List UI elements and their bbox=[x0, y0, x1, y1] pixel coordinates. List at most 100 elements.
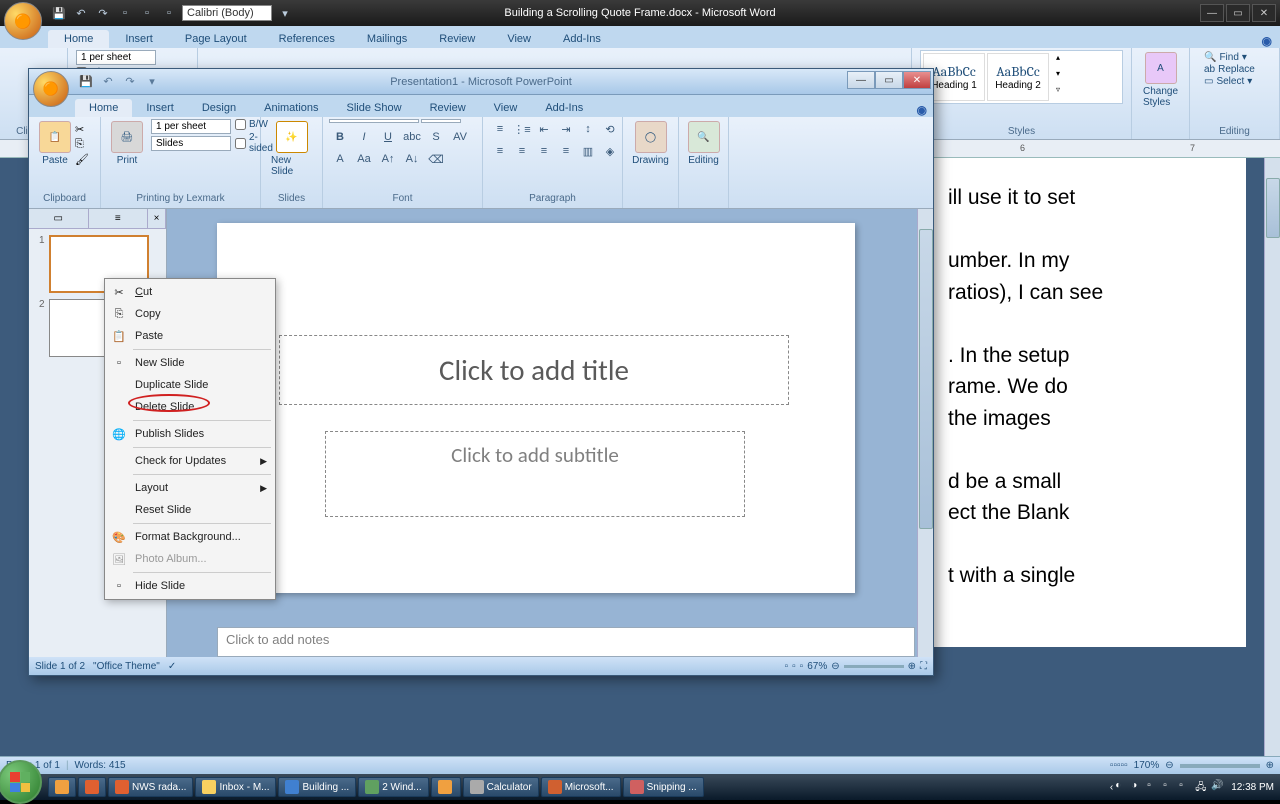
tab-mailings[interactable]: Mailings bbox=[351, 30, 423, 48]
qat-icon[interactable]: ▫ bbox=[160, 4, 178, 22]
qat-icon[interactable]: ▫ bbox=[116, 4, 134, 22]
copy-icon[interactable]: ⎘ bbox=[75, 138, 89, 151]
ctx-paste[interactable]: 📋Paste bbox=[107, 325, 273, 347]
notes-pane[interactable]: Click to add notes bbox=[217, 627, 915, 657]
title-placeholder[interactable]: Click to add title bbox=[279, 335, 789, 405]
char-spacing-icon[interactable]: AV bbox=[449, 127, 471, 147]
tab-review[interactable]: Review bbox=[416, 99, 480, 117]
font-color-icon[interactable]: A bbox=[329, 149, 351, 169]
ctx-format-background[interactable]: 🎨Format Background... bbox=[107, 526, 273, 548]
ctx-hide-slide[interactable]: ▫Hide Slide bbox=[107, 575, 273, 597]
paste-button[interactable]: 📋Paste bbox=[35, 119, 75, 168]
shrink-font-icon[interactable]: A↓ bbox=[401, 149, 423, 169]
change-case-icon[interactable]: Aa bbox=[353, 149, 375, 169]
close-pane-icon[interactable]: × bbox=[148, 209, 166, 228]
undo-icon[interactable]: ↶ bbox=[72, 4, 90, 22]
tray-icon[interactable]: ▫ bbox=[1147, 780, 1161, 794]
bold-icon[interactable]: B bbox=[329, 127, 351, 147]
taskbar-quick-launch[interactable] bbox=[78, 777, 106, 797]
undo-icon[interactable]: ↶ bbox=[99, 73, 117, 91]
tab-view[interactable]: View bbox=[480, 99, 532, 117]
grow-font-icon[interactable]: A↑ bbox=[377, 149, 399, 169]
outline-tab[interactable]: ≡ bbox=[89, 209, 149, 228]
slides-tab[interactable]: ▭ bbox=[29, 209, 89, 228]
line-spacing-icon[interactable]: ↕ bbox=[577, 119, 599, 139]
tab-insert[interactable]: Insert bbox=[132, 99, 188, 117]
zoom-slider[interactable] bbox=[1180, 764, 1260, 768]
view-show-icon[interactable]: ▫ bbox=[800, 661, 804, 672]
find-button[interactable]: 🔍Find ▾ bbox=[1204, 52, 1265, 63]
ctx-copy[interactable]: ⎘Copy bbox=[107, 303, 273, 325]
numbering-icon[interactable]: ⋮≡ bbox=[511, 119, 533, 139]
ctx-layout[interactable]: Layout▶ bbox=[107, 477, 273, 499]
scroll-thumb[interactable] bbox=[1266, 178, 1280, 238]
fit-to-window-icon[interactable]: ⛶ bbox=[920, 661, 927, 672]
close-button[interactable]: ✕ bbox=[1252, 4, 1276, 22]
text-direction-icon[interactable]: ⟲ bbox=[599, 119, 621, 139]
tab-insert[interactable]: Insert bbox=[109, 30, 169, 48]
tab-home[interactable]: Home bbox=[75, 99, 132, 117]
per-sheet-combo[interactable]: 1 per sheet bbox=[151, 119, 231, 134]
tray-icon[interactable]: ◑ bbox=[1131, 780, 1145, 794]
replace-button[interactable]: abReplace bbox=[1204, 64, 1265, 75]
align-right-icon[interactable]: ≡ bbox=[533, 141, 555, 161]
tab-review[interactable]: Review bbox=[423, 30, 491, 48]
editing-button[interactable]: 🔍Editing bbox=[685, 119, 722, 168]
slide-canvas[interactable]: Click to add title Click to add subtitle bbox=[217, 223, 855, 593]
smartart-icon[interactable]: ◈ bbox=[599, 141, 621, 161]
justify-icon[interactable]: ≡ bbox=[555, 141, 577, 161]
office-button-pp[interactable]: 🟠 bbox=[33, 71, 69, 107]
clock[interactable]: 12:38 PM bbox=[1231, 782, 1274, 793]
tab-add-ins[interactable]: Add-Ins bbox=[547, 30, 617, 48]
zoom-level[interactable]: 67% bbox=[807, 661, 827, 672]
minimize-button[interactable]: — bbox=[847, 71, 875, 89]
volume-icon[interactable]: 🔊 bbox=[1211, 780, 1225, 794]
subtitle-placeholder[interactable]: Click to add subtitle bbox=[325, 431, 745, 517]
scroll-thumb[interactable] bbox=[919, 229, 933, 529]
bullets-icon[interactable]: ≡ bbox=[489, 119, 511, 139]
pp-vertical-scrollbar[interactable] bbox=[917, 209, 933, 657]
maximize-button[interactable]: ▭ bbox=[1226, 4, 1250, 22]
ctx-new-slide[interactable]: ▫New Slide bbox=[107, 352, 273, 374]
print-button[interactable]: 🖨Print bbox=[107, 119, 147, 168]
indent-dec-icon[interactable]: ⇤ bbox=[533, 119, 555, 139]
tab-design[interactable]: Design bbox=[188, 99, 250, 117]
ctx-duplicate-slide[interactable]: Duplicate Slide bbox=[107, 374, 273, 396]
taskbar-item[interactable]: 2 Wind... bbox=[358, 777, 428, 797]
qat-icon[interactable]: ▫ bbox=[138, 4, 156, 22]
change-styles-button[interactable]: AChange Styles bbox=[1140, 50, 1181, 110]
close-button[interactable]: ✕ bbox=[903, 71, 931, 89]
start-button[interactable] bbox=[0, 760, 42, 804]
font-size-combo[interactable] bbox=[421, 119, 461, 123]
taskbar-item[interactable]: Building ... bbox=[278, 777, 356, 797]
new-slide-button[interactable]: ✨New Slide bbox=[267, 119, 316, 179]
taskbar-item[interactable]: Calculator bbox=[463, 777, 539, 797]
zoom-out-icon[interactable]: ⊖ bbox=[831, 661, 839, 672]
drawing-button[interactable]: ◯Drawing bbox=[629, 119, 672, 168]
zoom-in-icon[interactable]: ⊕ bbox=[908, 661, 916, 672]
taskbar-item[interactable]: NWS rada... bbox=[108, 777, 193, 797]
ctx-cut[interactable]: ✂CuCutt bbox=[107, 281, 273, 303]
underline-icon[interactable]: U bbox=[377, 127, 399, 147]
zoom-slider[interactable] bbox=[844, 665, 904, 668]
taskbar-item[interactable]: Snipping ... bbox=[623, 777, 704, 797]
theme-indicator[interactable]: "Office Theme" bbox=[93, 661, 160, 672]
tray-expand-icon[interactable]: ‹ bbox=[1110, 782, 1113, 793]
strike-icon[interactable]: abc bbox=[401, 127, 423, 147]
tab-page-layout[interactable]: Page Layout bbox=[169, 30, 263, 48]
styles-more-icon[interactable]: ▿ bbox=[1051, 85, 1065, 101]
select-button[interactable]: ▭Select ▾ bbox=[1204, 76, 1265, 87]
ctx-reset-slide[interactable]: Reset Slide bbox=[107, 499, 273, 521]
style-heading2[interactable]: AaBbCcHeading 2 bbox=[987, 53, 1049, 101]
redo-icon[interactable]: ↷ bbox=[94, 4, 112, 22]
qat-dropdown-icon[interactable]: ▾ bbox=[143, 73, 161, 91]
indent-inc-icon[interactable]: ⇥ bbox=[555, 119, 577, 139]
shadow-icon[interactable]: S bbox=[425, 127, 447, 147]
vertical-scrollbar[interactable] bbox=[1264, 158, 1280, 756]
ctx-publish-slides[interactable]: 🌐Publish Slides bbox=[107, 423, 273, 445]
save-icon[interactable]: 💾 bbox=[77, 73, 95, 91]
tab-add-ins[interactable]: Add-Ins bbox=[531, 99, 597, 117]
view-buttons[interactable]: ▫▫▫▫▫ bbox=[1110, 760, 1128, 771]
styles-scroll-down-icon[interactable]: ▾ bbox=[1051, 69, 1065, 85]
taskbar-quick-launch[interactable] bbox=[48, 777, 76, 797]
